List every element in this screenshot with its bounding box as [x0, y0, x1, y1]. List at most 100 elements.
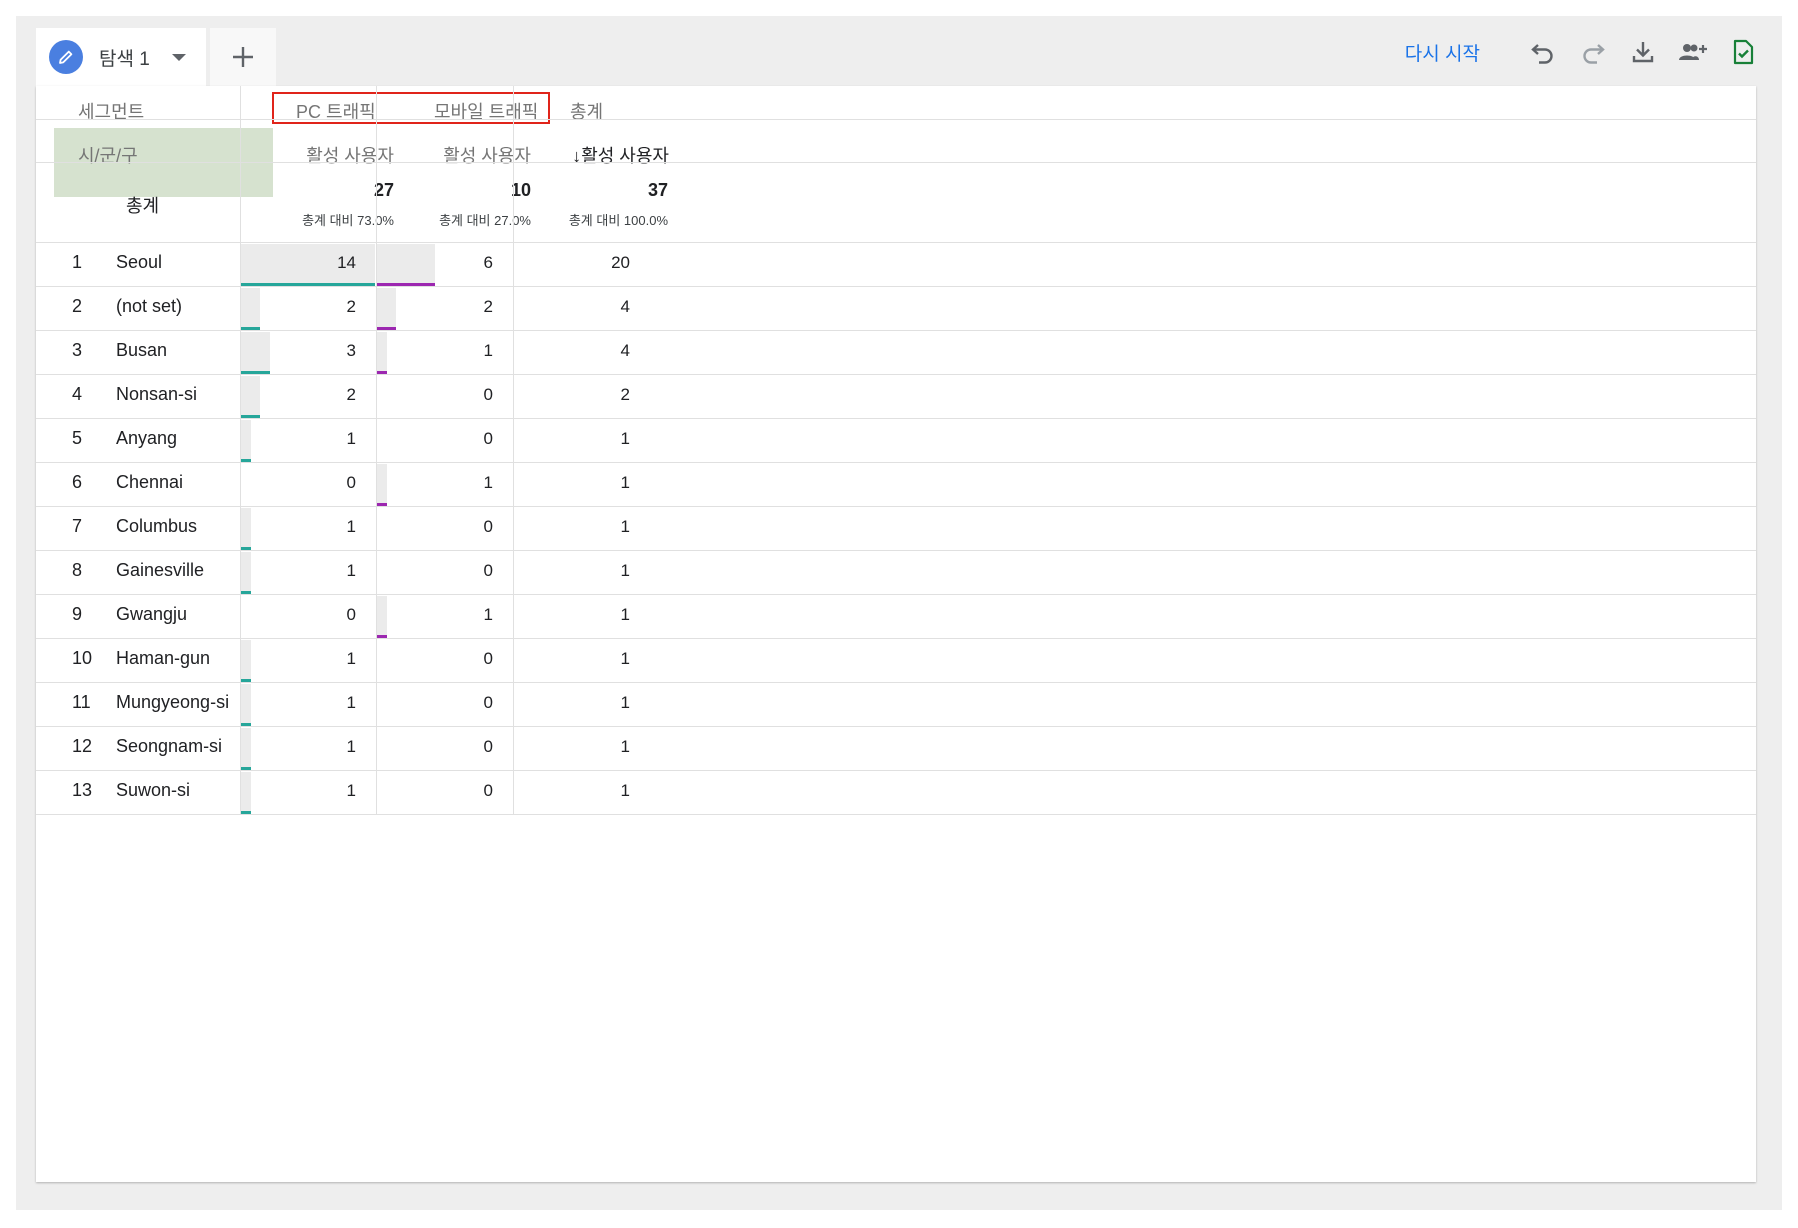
pc-value: 2 — [346, 385, 356, 404]
save-button[interactable] — [1728, 37, 1758, 67]
dimension-header[interactable]: 시/군/구 — [78, 142, 138, 168]
table-row[interactable]: 8 Gainesville 1 0 1 — [36, 551, 1756, 595]
city-name[interactable]: Nonsan-si — [116, 384, 197, 405]
row-rank: 6 — [72, 472, 83, 492]
total-mobile-value: 10 — [510, 180, 531, 200]
mobile-value: 0 — [483, 561, 493, 580]
row-rank: 9 — [72, 604, 83, 624]
mobile-bar — [377, 332, 387, 372]
table-row[interactable]: 6 Chennai 0 1 1 — [36, 463, 1756, 507]
pc-value: 1 — [346, 737, 356, 756]
tab-label: 탐색 1 — [99, 48, 150, 70]
metric-header-pc[interactable]: 활성 사용자 — [294, 142, 394, 168]
city-name[interactable]: Suwon-si — [116, 780, 190, 801]
redo-button[interactable] — [1578, 37, 1608, 67]
row-divider — [36, 682, 1756, 683]
total-value: 1 — [620, 737, 630, 756]
pc-bar — [241, 640, 251, 680]
city-name[interactable]: Haman-gun — [116, 648, 210, 669]
city-name[interactable]: Busan — [116, 340, 167, 361]
table-row[interactable]: 13 Suwon-si 1 0 1 — [36, 771, 1756, 815]
segment-mobile-traffic[interactable]: 모바일 트래픽 — [434, 98, 538, 124]
city-name[interactable]: Seongnam-si — [116, 736, 222, 757]
pc-bar — [241, 376, 260, 416]
total-value: 1 — [620, 561, 630, 580]
mobile-bar — [377, 464, 387, 504]
table-row[interactable]: 11 Mungyeong-si 1 0 1 — [36, 683, 1756, 727]
row-divider — [36, 286, 1756, 287]
chevron-down-icon[interactable] — [171, 53, 186, 61]
table-row[interactable]: 7 Columbus 1 0 1 — [36, 507, 1756, 551]
city-name[interactable]: Seoul — [116, 252, 162, 273]
restart-button[interactable]: 다시 시작 — [1405, 39, 1480, 66]
download-button[interactable] — [1628, 37, 1658, 67]
pc-bar — [241, 772, 251, 812]
row-divider — [36, 550, 1756, 551]
total-value: 4 — [620, 341, 630, 360]
table-row[interactable]: 10 Haman-gun 1 0 1 — [36, 639, 1756, 683]
city-name[interactable]: Gainesville — [116, 560, 204, 581]
mobile-value: 0 — [483, 649, 493, 668]
segment-header: 세그먼트 — [78, 102, 145, 122]
metric-header-mobile[interactable]: 활성 사용자 — [431, 142, 531, 168]
document-check-icon — [1733, 39, 1754, 65]
header-divider — [36, 119, 1756, 120]
row-divider — [36, 330, 1756, 331]
city-name[interactable]: Chennai — [116, 472, 183, 493]
row-rank: 8 — [72, 560, 83, 580]
row-divider — [36, 506, 1756, 507]
metric-header-total-sorted[interactable]: ↓활성 사용자 — [556, 142, 669, 168]
mobile-bar — [377, 288, 396, 328]
header-divider — [36, 242, 1756, 243]
mobile-value: 0 — [483, 429, 493, 448]
row-rank: 10 — [72, 648, 93, 668]
city-name[interactable]: Columbus — [116, 516, 197, 537]
table-row[interactable]: 12 Seongnam-si 1 0 1 — [36, 727, 1756, 771]
pencil-icon[interactable] — [49, 40, 83, 74]
row-divider — [36, 594, 1756, 595]
table-row[interactable]: 9 Gwangju 0 1 1 — [36, 595, 1756, 639]
pc-value: 1 — [346, 781, 356, 800]
plus-icon — [233, 47, 253, 67]
table-row[interactable]: 4 Nonsan-si 2 0 2 — [36, 375, 1756, 419]
row-rank: 2 — [72, 296, 83, 316]
total-value: 20 — [611, 253, 630, 272]
mobile-value: 0 — [483, 385, 493, 404]
total-value: 4 — [620, 297, 630, 316]
city-name[interactable]: Mungyeong-si — [116, 692, 229, 713]
toolbar: 다시 시작 — [1405, 36, 1758, 68]
share-button[interactable] — [1678, 37, 1708, 67]
table-row[interactable]: 5 Anyang 1 0 1 — [36, 419, 1756, 463]
table-row[interactable]: 3 Busan 3 1 4 — [36, 331, 1756, 375]
city-name[interactable]: Gwangju — [116, 604, 187, 625]
total-value: 1 — [620, 781, 630, 800]
city-name[interactable]: (not set) — [116, 296, 182, 317]
row-divider — [36, 462, 1756, 463]
mobile-value: 0 — [483, 781, 493, 800]
mobile-value: 2 — [483, 297, 493, 316]
row-rank: 4 — [72, 384, 83, 404]
total-value: 1 — [620, 429, 630, 448]
segment-total: 총계 — [570, 102, 604, 122]
total-value: 1 — [620, 649, 630, 668]
city-name[interactable]: Anyang — [116, 428, 177, 449]
row-divider — [36, 418, 1756, 419]
pc-value: 1 — [346, 517, 356, 536]
row-rank: 3 — [72, 340, 83, 360]
mobile-value: 6 — [483, 253, 493, 272]
total-all-value: 37 — [647, 180, 668, 200]
row-divider — [36, 770, 1756, 771]
mobile-bar — [377, 596, 387, 636]
undo-icon — [1531, 44, 1553, 64]
header-divider — [36, 162, 1756, 163]
table-row[interactable]: 1 Seoul 14 6 20 — [36, 243, 1756, 287]
segment-pc-traffic[interactable]: PC 트래픽 — [296, 98, 376, 124]
add-tab-button[interactable] — [210, 28, 276, 86]
pc-value: 1 — [346, 561, 356, 580]
column-divider — [513, 86, 514, 815]
undo-button[interactable] — [1528, 37, 1558, 67]
row-rank: 13 — [72, 780, 93, 800]
total-all-percent: 총계 대비 100.0% — [568, 213, 668, 228]
tab-exploration-1[interactable]: 탐색 1 — [36, 28, 206, 86]
table-row[interactable]: 2 (not set) 2 2 4 — [36, 287, 1756, 331]
